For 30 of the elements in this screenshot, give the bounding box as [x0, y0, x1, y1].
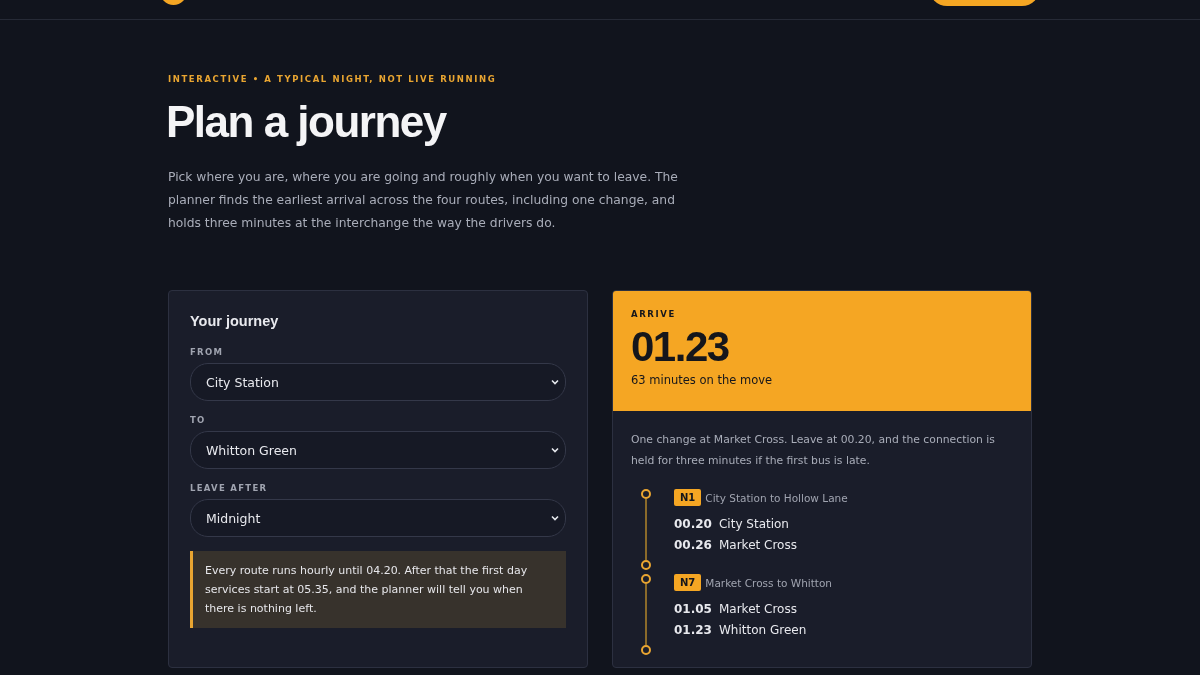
stop-time: 01.23	[674, 622, 712, 639]
page-title: Plan a journey	[166, 98, 448, 146]
chevron-icon	[551, 447, 559, 453]
select-field[interactable]: City Station	[190, 363, 566, 401]
summary-text: One change at Market Cross. Leave at 00.20, and the connection is held for three minutes if the first bus is late.	[631, 432, 996, 469]
duration-text: 63 minutes on the move	[631, 373, 774, 387]
stop-time: 00.26	[674, 537, 712, 554]
route-badge: N7	[674, 574, 702, 591]
chevron-icon	[551, 515, 559, 521]
select-field[interactable]: Whitton Green	[190, 431, 566, 469]
info-note: Every route runs hourly until 04.20. After that the first day services start at 05.35, and the planner will tell you when there is nothing left.	[190, 551, 566, 628]
stop-name: Whitton Green	[718, 622, 807, 639]
arrive-label: ARRIVE	[631, 309, 677, 319]
stop-name: Market Cross	[718, 601, 797, 618]
stop-time: 00.20	[674, 516, 712, 533]
chevron-icon	[551, 379, 559, 385]
field-label: TO	[190, 415, 207, 425]
intro-text: Pick where you are, where you are going and roughly when you want to leave. The planner finds the earliest arrival across the four routes, including one change, and holds three minutes at the interchange the way the drivers do.	[168, 169, 678, 232]
field-label: LEAVE AFTER	[190, 483, 269, 493]
eyebrow-label: INTERACTIVE • A TYPICAL NIGHT, NOT LIVE RUNNING	[168, 74, 498, 84]
route-description: City Station to Hollow Lane	[705, 491, 848, 504]
card-title: Your journey	[190, 313, 280, 329]
stop-time: 01.05	[674, 601, 712, 618]
field-label: FROM	[190, 347, 225, 357]
stop-name: City Station	[718, 516, 789, 533]
stop-name: Market Cross	[718, 537, 797, 554]
arrival-time: 01.23	[631, 323, 730, 371]
route-description: Market Cross to Whitton	[705, 576, 833, 589]
route-badge: N1	[674, 489, 702, 506]
select-field[interactable]: Midnight	[190, 499, 566, 537]
